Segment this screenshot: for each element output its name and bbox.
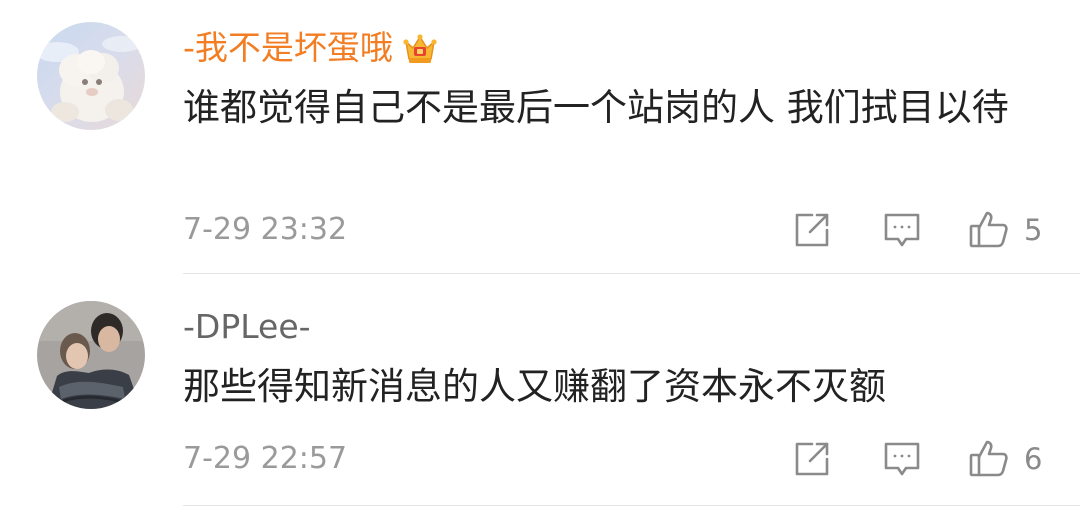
reply-icon[interactable]	[882, 439, 922, 479]
divider	[183, 273, 1080, 274]
lamb-plush-avatar[interactable]	[37, 22, 145, 130]
thumbs-up-icon[interactable]	[968, 208, 1008, 248]
share-icon[interactable]	[792, 439, 832, 479]
like-count: 5	[1024, 213, 1043, 247]
comment-text: 那些得知新消息的人又赚翻了资本永不灭额	[183, 365, 886, 408]
comment-item: -DPLee- 那些得知新消息的人又赚翻了资本永不灭额 7-29 22:57 6	[0, 275, 1080, 513]
username[interactable]: -我不是坏蛋哦	[183, 26, 437, 76]
reply-icon[interactable]	[882, 210, 922, 250]
divider	[183, 505, 1080, 506]
timestamp: 7-29 22:57	[183, 441, 348, 476]
like-count: 6	[1024, 442, 1043, 476]
couple-photo-avatar[interactable]	[37, 301, 145, 409]
thumbs-up-icon[interactable]	[968, 437, 1008, 477]
username[interactable]: -DPLee-	[183, 305, 311, 349]
share-icon[interactable]	[792, 210, 832, 250]
username-text[interactable]: -我不是坏蛋哦	[183, 28, 393, 67]
timestamp: 7-29 23:32	[183, 212, 348, 247]
comment-item: -我不是坏蛋哦 谁都觉得自己不是最后一个站岗的人 我们拭目以待 7-29 23:…	[0, 0, 1080, 275]
crown-vip-icon	[403, 32, 437, 76]
comment-text: 谁都觉得自己不是最后一个站岗的人 我们拭目以待	[183, 86, 1009, 129]
